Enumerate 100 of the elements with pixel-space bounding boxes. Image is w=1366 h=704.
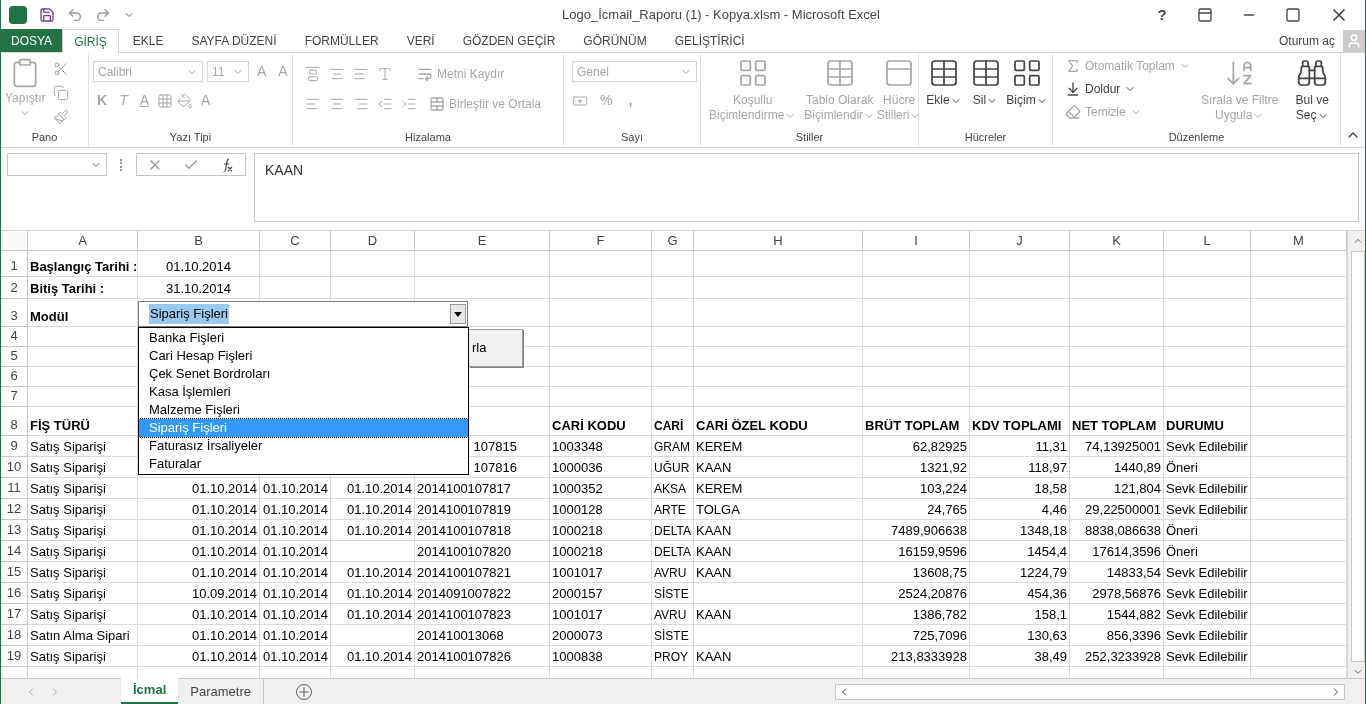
ribbon-tab[interactable]: GÖRÜNÜM (569, 29, 661, 52)
help-button[interactable]: ? (1147, 3, 1177, 27)
ribbon-tab[interactable]: SAYFA DÜZENİ (177, 29, 291, 52)
undo-icon[interactable] (67, 7, 83, 23)
dropdown-option[interactable]: Çek Senet Bordroları (139, 365, 468, 383)
ribbon-icon (1011, 57, 1043, 89)
row-header[interactable]: 16 (1, 583, 28, 604)
ribbon-button[interactable]: Doldur (1065, 80, 1191, 98)
ribbon-tab[interactable]: DOSYA (1, 29, 63, 52)
table-cell: 4,46 (970, 499, 1070, 520)
table-cell: 01.10.2014 (138, 541, 260, 562)
ribbon-tab[interactable]: GİRİŞ (62, 29, 119, 53)
row-header[interactable]: 4 (1, 327, 28, 347)
column-header[interactable]: G (652, 231, 694, 251)
row-header[interactable]: 1 (1, 251, 28, 277)
row-header[interactable]: 12 (1, 499, 28, 520)
table-cell: 2000157 (550, 583, 652, 604)
table-cell: 2014100107821 (415, 562, 550, 583)
row-header[interactable]: 15 (1, 562, 28, 583)
row-header[interactable]: 6 (1, 367, 28, 387)
scissors-icon[interactable] (53, 61, 70, 77)
ribbon-button[interactable]: Biçim (1006, 57, 1048, 129)
formula-field[interactable]: KAAN (254, 153, 1359, 222)
splitter-icon[interactable] (120, 159, 123, 171)
column-header[interactable]: F (550, 231, 652, 251)
column-header[interactable]: H (694, 231, 863, 251)
dropdown-option[interactable]: Malzeme Fişleri (139, 401, 468, 419)
wrap-text-icon (417, 66, 433, 82)
column-header[interactable]: I (863, 231, 970, 251)
scrollbar-thumb[interactable] (1350, 250, 1365, 663)
table-cell: 01.10.2014 (138, 478, 260, 499)
table-cell: 11,31 (970, 436, 1070, 457)
dropdown-option[interactable]: Banka Fişleri (139, 329, 468, 347)
column-header[interactable]: K (1070, 231, 1164, 251)
row-header[interactable]: 19 (1, 646, 28, 667)
table-cell: 1000218 (550, 520, 652, 541)
column-header[interactable]: C (260, 231, 331, 251)
row-header[interactable]: 7 (1, 387, 28, 407)
row-header[interactable]: 2 (1, 277, 28, 299)
window-title: Logo_İcmail_Raporu (1) - Kopya.xlsm - Microsoft Excel (561, 6, 881, 25)
row-header[interactable]: 8 (1, 407, 28, 436)
row-header[interactable]: 13 (1, 520, 28, 541)
row-header[interactable]: 11 (1, 478, 28, 499)
select-all-corner[interactable] (1, 231, 28, 251)
maximize-icon[interactable] (1285, 7, 1301, 23)
redo-icon[interactable] (95, 7, 111, 23)
table-cell: 01.10.2014 (138, 562, 260, 583)
merge-icon (429, 96, 445, 112)
brush-icon[interactable] (53, 109, 70, 125)
row-header[interactable]: 3 (1, 299, 28, 327)
row-header[interactable]: 17 (1, 604, 28, 625)
ribbon-display-icon[interactable] (1197, 7, 1213, 23)
table-cell: 10.09.2014 (138, 583, 260, 604)
ribbon-tab[interactable]: FORMÜLLER (290, 29, 393, 52)
table-cell: 01.10.2014 (260, 520, 331, 541)
row-header[interactable]: 5 (1, 347, 28, 367)
module-select[interactable]: Sipariş Fişleri (138, 301, 468, 327)
sheet-tab[interactable]: İcmal (121, 678, 179, 704)
dropdown-option[interactable]: Kasa İşlemleri (139, 383, 468, 401)
column-header[interactable]: D (331, 231, 415, 251)
ribbon-tab[interactable]: GELİŞTİRİCİ (660, 29, 759, 52)
ribbon-button[interactable]: Ekle (923, 57, 965, 129)
dropdown-option[interactable]: Faturalar (139, 455, 468, 473)
table-cell: AVRU (652, 604, 694, 625)
column-header[interactable]: L (1164, 231, 1251, 251)
sheet-button[interactable]: rla (469, 329, 523, 367)
ribbon-tab[interactable]: GÖZDEN GEÇİR (448, 29, 570, 52)
column-header[interactable]: E (415, 231, 550, 251)
table-cell: 2014100107817 (415, 478, 550, 499)
dropdown-option[interactable]: Cari Hesap Fişleri (139, 347, 468, 365)
column-header[interactable]: B (138, 231, 260, 251)
name-box[interactable] (7, 153, 107, 176)
table-cell: 2000073 (550, 625, 652, 646)
table-cell: 103,224 (863, 478, 970, 499)
column-header[interactable]: J (970, 231, 1070, 251)
dropdown-option[interactable]: Faturasız İrsaliyeler (139, 437, 468, 455)
table-cell (652, 387, 694, 407)
table-cell: 01.10.2014 (138, 499, 260, 520)
table-cell: Sevk Edilebilir (1164, 646, 1251, 667)
avatar-icon[interactable] (1343, 30, 1365, 52)
table-cell: SİSTE (652, 583, 694, 604)
row-header[interactable]: 9 (1, 436, 28, 457)
row-header[interactable]: 18 (1, 625, 28, 646)
eraser-icon (1065, 104, 1081, 120)
table-cell: 01.10.2014 (138, 604, 260, 625)
horizontal-scrollbar[interactable] (835, 683, 1345, 700)
save-icon[interactable] (39, 7, 55, 23)
ribbon-button[interactable]: Sil (965, 57, 1006, 129)
row-header[interactable]: 10 (1, 457, 28, 478)
column-header[interactable]: A (28, 231, 138, 251)
ribbon-button[interactable]: Bul ve Seç (1288, 57, 1336, 129)
row-header[interactable]: 14 (1, 541, 28, 562)
sheet-tab[interactable]: Parametre (178, 678, 264, 704)
ribbon-tab[interactable]: EKLE (118, 29, 178, 52)
header-cell: KDV TOPLAMI (970, 407, 1070, 436)
table-cell: 01.10.2014 (260, 562, 331, 583)
sign-in-link[interactable]: Oturum aç (1279, 32, 1335, 50)
table-cell: 1454,4 (970, 541, 1070, 562)
copy-icon[interactable] (53, 85, 70, 101)
ribbon-tab[interactable]: VERİ (392, 29, 449, 52)
